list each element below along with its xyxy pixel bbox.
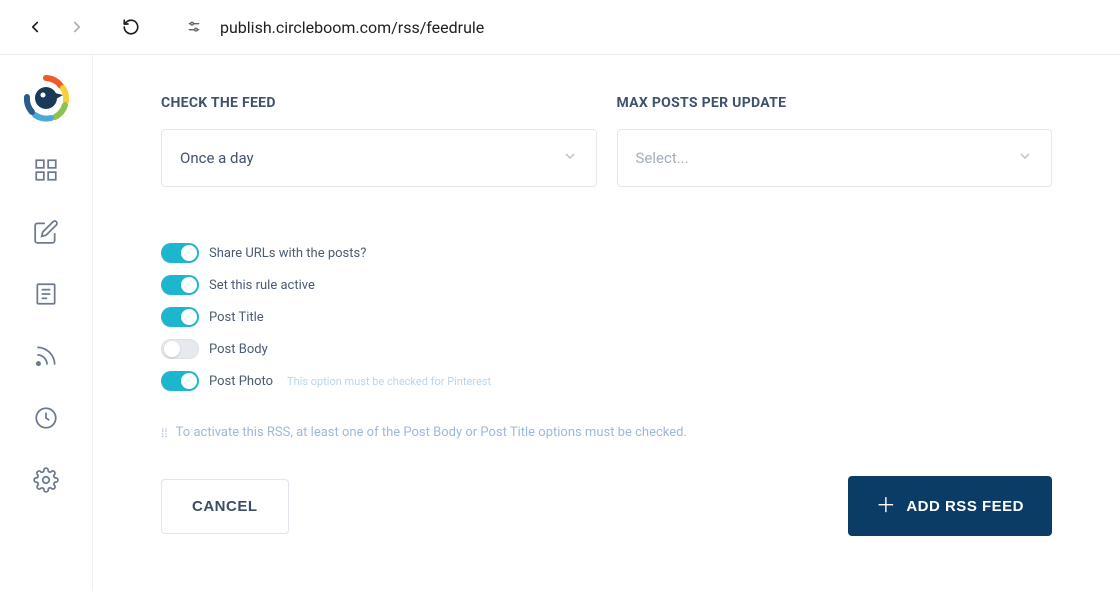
toggle-row: Set this rule active (161, 275, 1052, 295)
sidebar (0, 55, 93, 591)
toggle-label: Post Body (209, 342, 268, 357)
toggle-switch[interactable] (161, 243, 199, 263)
toggle-label: Share URLs with the posts? (209, 246, 366, 261)
sidebar-item-compose[interactable] (31, 217, 61, 247)
app-shell: CHECK THE FEED Once a day MAX POSTS PER … (0, 55, 1120, 591)
reload-button[interactable] (114, 10, 148, 44)
sidebar-item-rss[interactable] (31, 341, 61, 371)
info-icon: ⁞⁞ (161, 426, 168, 440)
toggle-row: Post Body (161, 339, 1052, 359)
toggle-label: Post Title (209, 310, 264, 325)
browser-toolbar: publish.circleboom.com/rss/feedrule (0, 0, 1120, 55)
form-actions: CANCEL ＋ ADD RSS FEED (161, 476, 1052, 536)
toggle-row: Post Title (161, 307, 1052, 327)
max-posts-placeholder: Select... (636, 149, 689, 167)
toggle-switch[interactable] (161, 307, 199, 327)
add-rss-feed-label: ADD RSS FEED (906, 498, 1024, 515)
site-settings-icon[interactable] (186, 19, 202, 35)
main-content: CHECK THE FEED Once a day MAX POSTS PER … (93, 55, 1120, 591)
max-posts-label: MAX POSTS PER UPDATE (617, 95, 1053, 111)
toggle-switch[interactable] (161, 275, 199, 295)
app-logo[interactable] (21, 73, 71, 123)
toggle-label: Set this rule active (209, 278, 315, 293)
forward-button[interactable] (60, 10, 94, 44)
toggle-switch[interactable] (161, 339, 199, 359)
sidebar-item-schedule[interactable] (31, 403, 61, 433)
toggles-list: Share URLs with the posts? Set this rule … (161, 243, 1052, 391)
activation-note: ⁞⁞ To activate this RSS, at least one of… (161, 425, 1052, 440)
toggle-label: Post Photo (209, 374, 273, 389)
url-text: publish.circleboom.com/rss/feedrule (220, 18, 484, 37)
back-button[interactable] (18, 10, 52, 44)
plus-icon: ＋ (876, 496, 897, 516)
chevron-down-icon (562, 148, 578, 168)
max-posts-select[interactable]: Select... (617, 129, 1053, 187)
sidebar-item-dashboard[interactable] (31, 155, 61, 185)
chevron-down-icon (1017, 148, 1033, 168)
cancel-button[interactable]: CANCEL (161, 479, 289, 534)
check-feed-select[interactable]: Once a day (161, 129, 597, 187)
toggle-row: Post Photo This option must be checked fo… (161, 371, 1052, 391)
sidebar-item-settings[interactable] (31, 465, 61, 495)
toggle-row: Share URLs with the posts? (161, 243, 1052, 263)
check-feed-value: Once a day (180, 149, 254, 167)
add-rss-feed-button[interactable]: ＋ ADD RSS FEED (848, 476, 1052, 536)
check-feed-label: CHECK THE FEED (161, 95, 597, 111)
address-bar[interactable]: publish.circleboom.com/rss/feedrule (186, 18, 1102, 37)
toggle-hint: This option must be checked for Pinteres… (287, 375, 491, 388)
sidebar-item-articles[interactable] (31, 279, 61, 309)
toggle-switch[interactable] (161, 371, 199, 391)
note-text: To activate this RSS, at least one of th… (176, 425, 687, 440)
